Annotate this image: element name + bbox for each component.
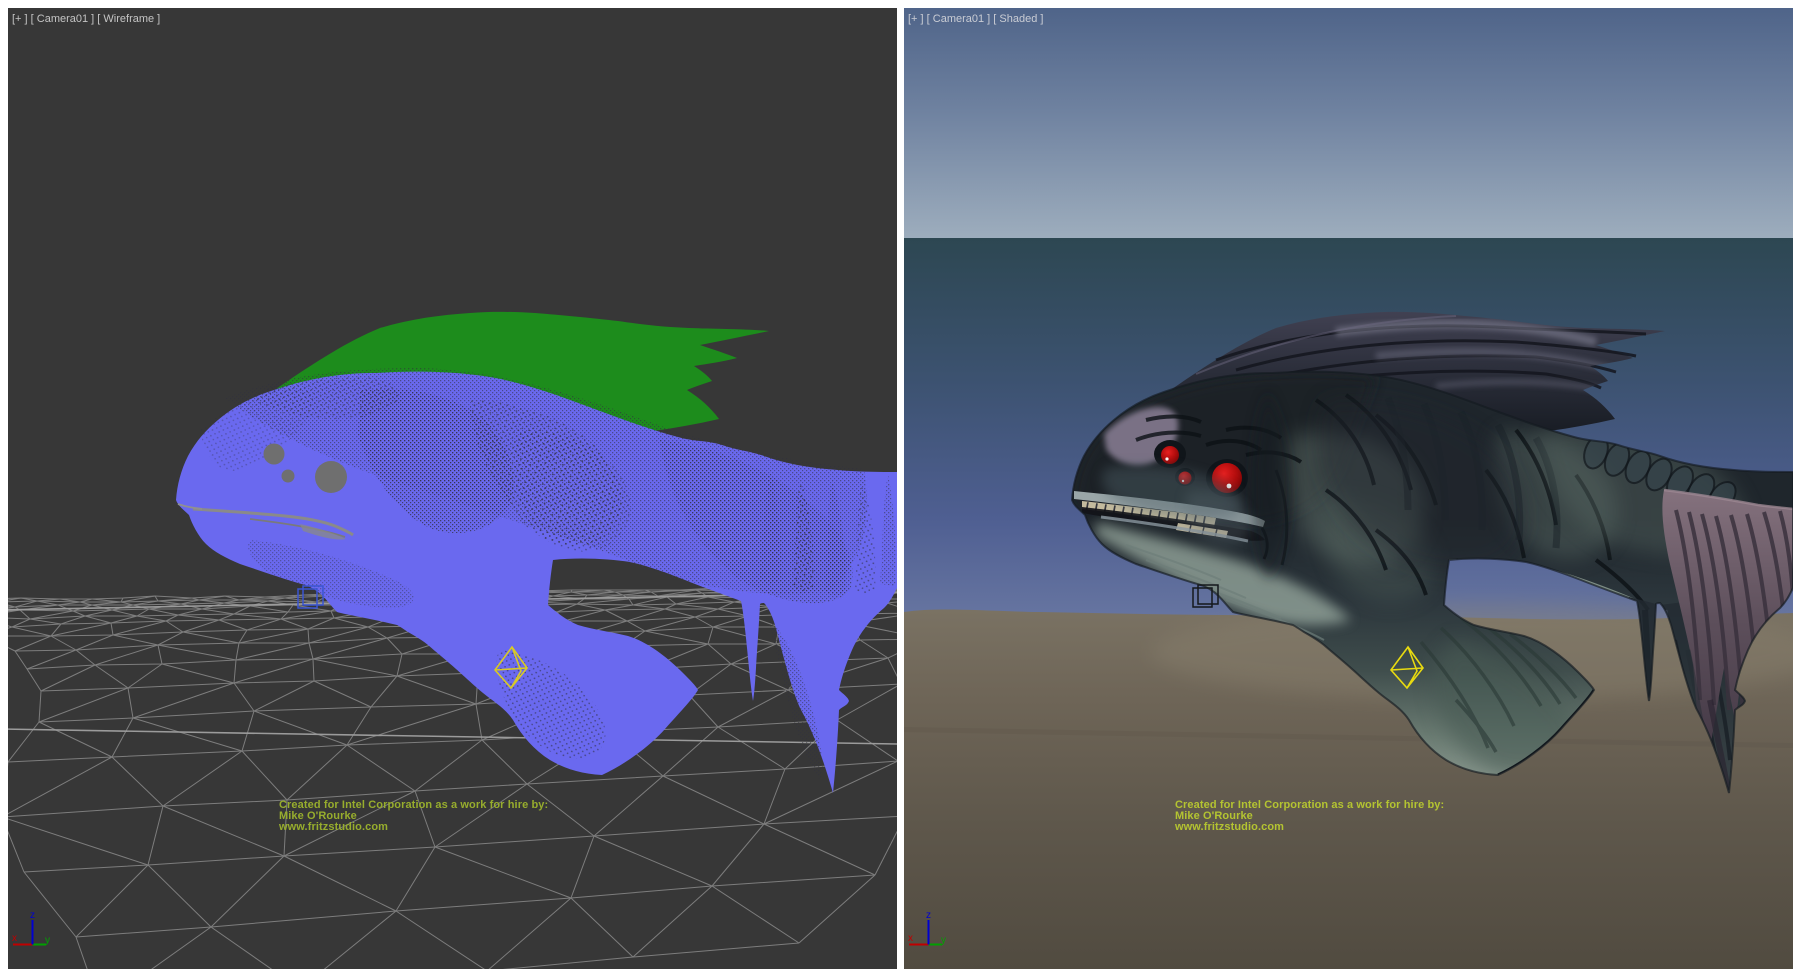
- svg-text:y: y: [45, 935, 50, 946]
- svg-text:[+ ] [ Camera01 ] [ Wireframe: [+ ] [ Camera01 ] [ Wireframe ]: [12, 13, 160, 25]
- svg-text:x: x: [908, 933, 913, 944]
- svg-text:z: z: [30, 910, 35, 921]
- svg-text:www.fritzstudio.com: www.fritzstudio.com: [278, 821, 388, 833]
- svg-text:www.fritzstudio.com: www.fritzstudio.com: [1174, 821, 1284, 833]
- svg-text:x: x: [12, 933, 17, 944]
- svg-text:z: z: [926, 910, 931, 921]
- svg-text:[+ ] [ Camera01 ] [ Shaded ]: [+ ] [ Camera01 ] [ Shaded ]: [908, 13, 1043, 25]
- svg-text:y: y: [941, 935, 946, 946]
